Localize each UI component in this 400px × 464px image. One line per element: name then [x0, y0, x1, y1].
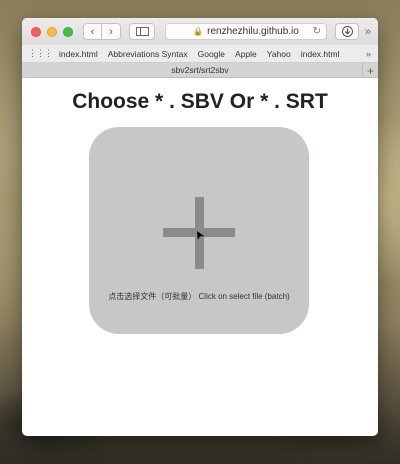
bookmarks-overflow-button[interactable]: » — [366, 49, 371, 59]
sidebar-toggle-button[interactable] — [129, 23, 155, 40]
file-dropzone[interactable]: ➤ 点击选择文件（可批量） Click on select file (batc… — [89, 127, 309, 334]
new-tab-button[interactable]: + — [362, 63, 378, 78]
bookmark-item[interactable]: Abbreviations Syntax — [108, 49, 188, 59]
page-title: Choose * . SBV Or * . SRT — [72, 90, 328, 113]
reload-icon[interactable]: ↻ — [313, 26, 321, 37]
address-bar[interactable]: 🔒 renzhezhilu.github.io ↻ — [165, 23, 327, 40]
browser-window: ‹ › 🔒 renzhezhilu.github.io ↻ » ⋮⋮⋮ inde… — [22, 18, 378, 436]
browser-toolbar: ‹ › 🔒 renzhezhilu.github.io ↻ » — [22, 18, 378, 45]
sidebar-icon — [135, 27, 149, 36]
dropzone-label: 点击选择文件（可批量） Click on select file (batch) — [108, 292, 290, 301]
forward-button[interactable]: › — [102, 23, 121, 40]
tab-title[interactable]: sbv2srt/srt2sbv — [171, 65, 228, 75]
close-window-button[interactable] — [31, 26, 41, 37]
grid-icon[interactable]: ⋮⋮⋮ — [28, 48, 53, 59]
toolbar-overflow-button[interactable]: » — [365, 26, 371, 38]
zoom-window-button[interactable] — [63, 26, 73, 37]
window-controls — [31, 26, 73, 37]
bookmark-item[interactable]: index.html — [59, 49, 98, 59]
address-text: renzhezhilu.github.io — [207, 26, 299, 37]
minimize-window-button[interactable] — [47, 26, 57, 37]
page-content: Choose * . SBV Or * . SRT ➤ 点击选择文件（可批量） … — [22, 78, 378, 436]
back-button[interactable]: ‹ — [83, 23, 102, 40]
downloads-button[interactable] — [335, 23, 359, 40]
chevron-left-icon: ‹ — [90, 25, 95, 38]
bookmark-item[interactable]: index.html — [301, 49, 340, 59]
lock-icon: 🔒 — [193, 27, 204, 36]
bookmark-item[interactable]: Apple — [235, 49, 257, 59]
bookmarks-bar: ⋮⋮⋮ index.html Abbreviations Syntax Goog… — [22, 45, 378, 63]
bookmark-item[interactable]: Google — [198, 49, 225, 59]
tab-bar: sbv2srt/srt2sbv + — [22, 63, 378, 78]
navigation-buttons: ‹ › — [83, 23, 121, 40]
chevron-right-icon: › — [109, 25, 113, 38]
bookmark-item[interactable]: Yahoo — [267, 49, 291, 59]
download-icon — [341, 26, 353, 37]
